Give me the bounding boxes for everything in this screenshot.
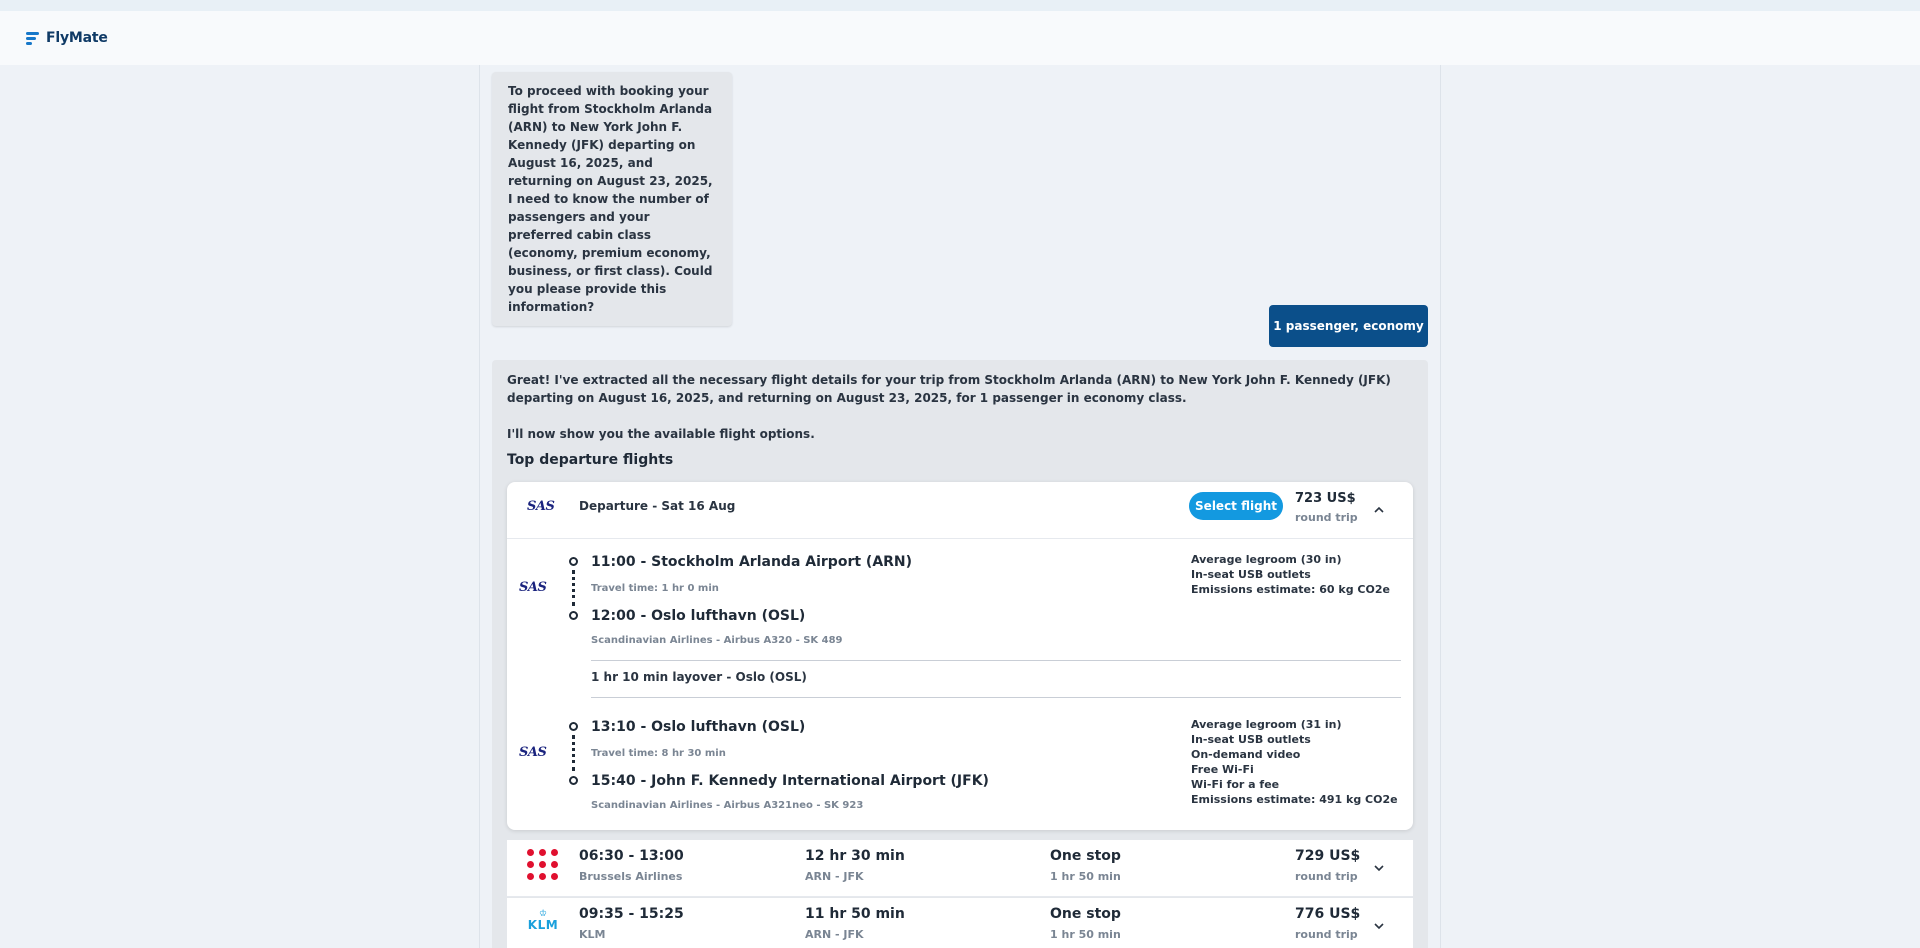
departure-dot-icon [569, 557, 578, 566]
flymate-logo-icon [26, 31, 40, 45]
leg-departure: 13:10 - Oslo lufthavn (OSL) [591, 719, 806, 735]
flight-duration: 11 hr 50 min [805, 906, 905, 922]
flight-times: 09:35 - 15:25 [579, 906, 684, 922]
flight-times: 06:30 - 13:00 [579, 848, 684, 864]
flight-route: ARN - JFK [805, 928, 864, 941]
brussels-airlines-logo [527, 849, 559, 881]
klm-logo: ♔ KLM [526, 910, 560, 932]
flight-price: 723 US$ [1295, 491, 1356, 506]
leg-details: Scandinavian Airlines - Airbus A320 - SK… [591, 635, 843, 646]
amenity: Average legroom (30 in) [1191, 553, 1342, 566]
select-flight-button[interactable]: Select flight [1189, 492, 1283, 520]
flight-duration: 12 hr 30 min [805, 848, 905, 864]
flight-layover: 1 hr 50 min [1050, 928, 1121, 941]
amenity: In-seat USB outlets [1191, 733, 1311, 746]
layover-info: 1 hr 10 min layover - Oslo (OSL) [591, 670, 807, 684]
departure-dot-icon [569, 722, 578, 731]
bot-summary-text: Great! I've extracted all the necessary … [507, 373, 1391, 405]
flight-row[interactable]: ♔ KLM 09:35 - 15:25 KLM 11 hr 50 min ARN… [507, 898, 1413, 948]
amenity: Emissions estimate: 491 kg CO2e [1191, 793, 1398, 806]
leg-travel-time: Travel time: 1 hr 0 min [591, 583, 719, 594]
amenity: In-seat USB outlets [1191, 568, 1311, 581]
airline-name: Brussels Airlines [579, 870, 683, 883]
route-line [572, 735, 575, 771]
flight-price-sub: round trip [1295, 928, 1358, 941]
chevron-down-icon[interactable] [1371, 860, 1387, 876]
amenity: Free Wi-Fi [1191, 763, 1254, 776]
sas-logo: SAS [519, 580, 547, 595]
bot-message: To proceed with booking your flight from… [492, 72, 732, 326]
amenity: Average legroom (31 in) [1191, 718, 1342, 731]
leg-amenities: Average legroom (30 in) In-seat USB outl… [1191, 552, 1390, 597]
flight-row[interactable]: 06:30 - 13:00 Brussels Airlines 12 hr 30… [507, 840, 1413, 897]
user-message: 1 passenger, economy [1269, 305, 1428, 347]
amenity: Wi-Fi for a fee [1191, 778, 1280, 791]
flight-card-expanded: SAS Departure - Sat 16 Aug Select flight… [507, 482, 1413, 830]
divider [591, 697, 1401, 698]
app-name: FlyMate [46, 30, 108, 46]
flight-card-header[interactable]: SAS Departure - Sat 16 Aug Select flight… [507, 482, 1413, 539]
arrival-dot-icon [569, 776, 578, 785]
app-header: FlyMate [0, 11, 1920, 65]
flight-stops: One stop [1050, 848, 1121, 864]
chevron-up-icon[interactable] [1371, 502, 1387, 518]
leg-travel-time: Travel time: 8 hr 30 min [591, 748, 726, 759]
chevron-down-icon[interactable] [1371, 918, 1387, 934]
bot-summary: Great! I've extracted all the necessary … [507, 371, 1413, 443]
divider [591, 660, 1401, 661]
flight-price: 776 US$ [1295, 906, 1361, 922]
top-strip [0, 0, 1920, 11]
sas-logo: SAS [527, 499, 555, 514]
arrival-dot-icon [569, 611, 578, 620]
flight-layover: 1 hr 50 min [1050, 870, 1121, 883]
route-line [572, 570, 575, 606]
leg-details: Scandinavian Airlines - Airbus A321neo -… [591, 800, 864, 811]
airline-name: KLM [579, 928, 606, 941]
flight-stops: One stop [1050, 906, 1121, 922]
user-reply-text: 1 passenger, economy [1273, 319, 1424, 333]
leg-amenities: Average legroom (31 in) In-seat USB outl… [1191, 717, 1398, 807]
klm-logo-text: KLM [527, 918, 559, 932]
sas-logo: SAS [519, 745, 547, 760]
flight-route: ARN - JFK [805, 870, 864, 883]
amenity: On-demand video [1191, 748, 1301, 761]
flight-direction-date: Departure - Sat 16 Aug [579, 499, 736, 513]
flight-price-sub: round trip [1295, 511, 1358, 524]
flight-price: 729 US$ [1295, 848, 1361, 864]
amenity: Emissions estimate: 60 kg CO2e [1191, 583, 1390, 596]
app-logo[interactable]: FlyMate [26, 30, 108, 46]
leg-arrival: 12:00 - Oslo lufthavn (OSL) [591, 608, 806, 624]
leg-arrival: 15:40 - John F. Kennedy International Ai… [591, 773, 989, 789]
flight-price-sub: round trip [1295, 870, 1358, 883]
bot-flight-results-message: Great! I've extracted all the necessary … [492, 360, 1428, 948]
section-title: Top departure flights [507, 452, 674, 468]
leg-departure: 11:00 - Stockholm Arlanda Airport (ARN) [591, 554, 913, 570]
bot-summary-followup: I'll now show you the available flight o… [507, 427, 815, 441]
bot-question-text: To proceed with booking your flight from… [508, 84, 713, 314]
